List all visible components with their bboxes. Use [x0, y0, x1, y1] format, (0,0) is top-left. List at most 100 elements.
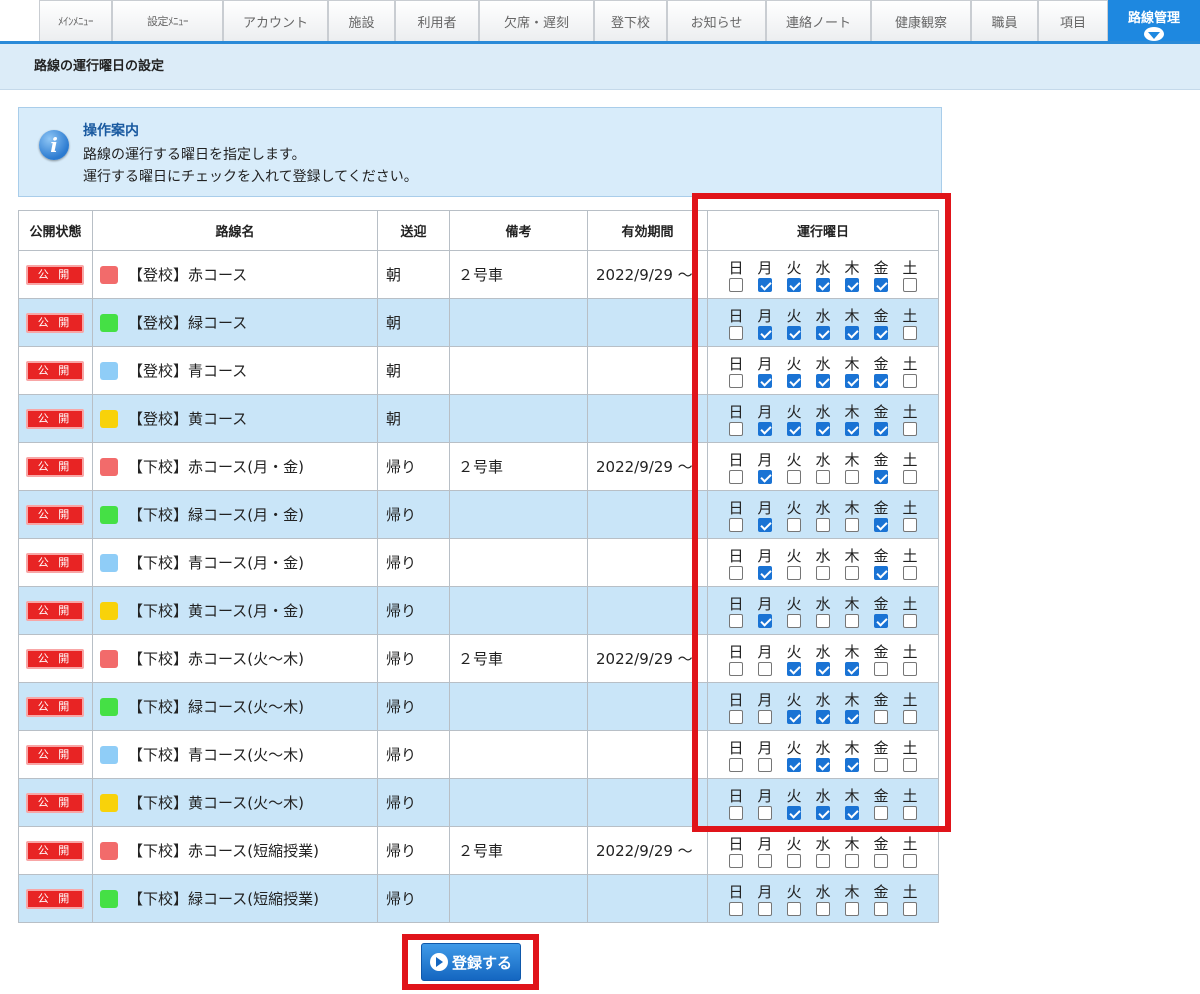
day-checkbox[interactable]: [903, 325, 917, 340]
day-checkbox[interactable]: [845, 613, 859, 628]
nav-tab-9[interactable]: 健康観察: [871, 0, 971, 41]
day-checkbox[interactable]: [816, 613, 830, 628]
public-status-badge[interactable]: 公 開: [26, 745, 84, 765]
day-checkbox[interactable]: [845, 469, 859, 484]
nav-tab-5[interactable]: 欠席・遅刻: [479, 0, 594, 41]
day-checkbox[interactable]: [903, 613, 917, 628]
public-status-badge[interactable]: 公 開: [26, 553, 84, 573]
day-checkbox[interactable]: [874, 613, 888, 628]
day-checkbox[interactable]: [903, 277, 917, 292]
day-checkbox[interactable]: [874, 421, 888, 436]
public-status-badge[interactable]: 公 開: [26, 265, 84, 285]
day-checkbox[interactable]: [816, 469, 830, 484]
day-checkbox[interactable]: [758, 277, 772, 292]
day-checkbox[interactable]: [729, 709, 743, 724]
day-checkbox[interactable]: [845, 853, 859, 868]
day-checkbox[interactable]: [816, 901, 830, 916]
day-checkbox[interactable]: [787, 613, 801, 628]
day-checkbox[interactable]: [758, 805, 772, 820]
nav-tab-1[interactable]: 設定ﾒﾆｭｰ: [112, 0, 223, 41]
day-checkbox[interactable]: [787, 469, 801, 484]
public-status-badge[interactable]: 公 開: [26, 313, 84, 333]
day-checkbox[interactable]: [845, 277, 859, 292]
day-checkbox[interactable]: [816, 277, 830, 292]
day-checkbox[interactable]: [729, 853, 743, 868]
day-checkbox[interactable]: [874, 325, 888, 340]
nav-tab-3[interactable]: 施設: [328, 0, 395, 41]
public-status-badge[interactable]: 公 開: [26, 409, 84, 429]
day-checkbox[interactable]: [874, 277, 888, 292]
day-checkbox[interactable]: [845, 757, 859, 772]
day-checkbox[interactable]: [758, 661, 772, 676]
public-status-badge[interactable]: 公 開: [26, 697, 84, 717]
day-checkbox[interactable]: [874, 373, 888, 388]
day-checkbox[interactable]: [903, 709, 917, 724]
nav-tab-0[interactable]: ﾒｲﾝﾒﾆｭｰ: [39, 0, 112, 41]
day-checkbox[interactable]: [816, 853, 830, 868]
nav-tab-2[interactable]: アカウント: [223, 0, 328, 41]
day-checkbox[interactable]: [816, 805, 830, 820]
day-checkbox[interactable]: [729, 517, 743, 532]
day-checkbox[interactable]: [729, 373, 743, 388]
day-checkbox[interactable]: [845, 517, 859, 532]
day-checkbox[interactable]: [787, 565, 801, 580]
public-status-badge[interactable]: 公 開: [26, 649, 84, 669]
day-checkbox[interactable]: [903, 373, 917, 388]
day-checkbox[interactable]: [758, 901, 772, 916]
day-checkbox[interactable]: [845, 421, 859, 436]
day-checkbox[interactable]: [903, 757, 917, 772]
day-checkbox[interactable]: [816, 757, 830, 772]
nav-tab-6[interactable]: 登下校: [594, 0, 667, 41]
day-checkbox[interactable]: [758, 709, 772, 724]
day-checkbox[interactable]: [758, 373, 772, 388]
day-checkbox[interactable]: [758, 853, 772, 868]
public-status-badge[interactable]: 公 開: [26, 601, 84, 621]
day-checkbox[interactable]: [758, 565, 772, 580]
day-checkbox[interactable]: [874, 709, 888, 724]
nav-tab-8[interactable]: 連絡ノート: [766, 0, 871, 41]
day-checkbox[interactable]: [816, 517, 830, 532]
day-checkbox[interactable]: [816, 661, 830, 676]
day-checkbox[interactable]: [845, 373, 859, 388]
day-checkbox[interactable]: [729, 277, 743, 292]
day-checkbox[interactable]: [903, 517, 917, 532]
nav-tab-4[interactable]: 利用者: [395, 0, 479, 41]
day-checkbox[interactable]: [874, 469, 888, 484]
day-checkbox[interactable]: [787, 517, 801, 532]
day-checkbox[interactable]: [816, 709, 830, 724]
public-status-badge[interactable]: 公 開: [26, 793, 84, 813]
day-checkbox[interactable]: [787, 421, 801, 436]
day-checkbox[interactable]: [787, 277, 801, 292]
day-checkbox[interactable]: [845, 901, 859, 916]
chevron-down-icon[interactable]: [1144, 27, 1164, 41]
day-checkbox[interactable]: [874, 901, 888, 916]
day-checkbox[interactable]: [787, 373, 801, 388]
day-checkbox[interactable]: [874, 517, 888, 532]
day-checkbox[interactable]: [816, 325, 830, 340]
day-checkbox[interactable]: [845, 565, 859, 580]
day-checkbox[interactable]: [787, 805, 801, 820]
day-checkbox[interactable]: [903, 421, 917, 436]
register-button[interactable]: 登録する: [421, 943, 521, 981]
day-checkbox[interactable]: [758, 325, 772, 340]
day-checkbox[interactable]: [729, 325, 743, 340]
nav-tab-11[interactable]: 項目: [1038, 0, 1108, 41]
day-checkbox[interactable]: [903, 565, 917, 580]
day-checkbox[interactable]: [758, 613, 772, 628]
day-checkbox[interactable]: [729, 901, 743, 916]
day-checkbox[interactable]: [816, 373, 830, 388]
day-checkbox[interactable]: [903, 469, 917, 484]
day-checkbox[interactable]: [816, 565, 830, 580]
day-checkbox[interactable]: [903, 901, 917, 916]
day-checkbox[interactable]: [874, 565, 888, 580]
day-checkbox[interactable]: [729, 613, 743, 628]
public-status-badge[interactable]: 公 開: [26, 505, 84, 525]
day-checkbox[interactable]: [874, 757, 888, 772]
day-checkbox[interactable]: [874, 661, 888, 676]
day-checkbox[interactable]: [729, 757, 743, 772]
day-checkbox[interactable]: [758, 469, 772, 484]
day-checkbox[interactable]: [874, 805, 888, 820]
public-status-badge[interactable]: 公 開: [26, 841, 84, 861]
day-checkbox[interactable]: [787, 901, 801, 916]
day-checkbox[interactable]: [787, 757, 801, 772]
